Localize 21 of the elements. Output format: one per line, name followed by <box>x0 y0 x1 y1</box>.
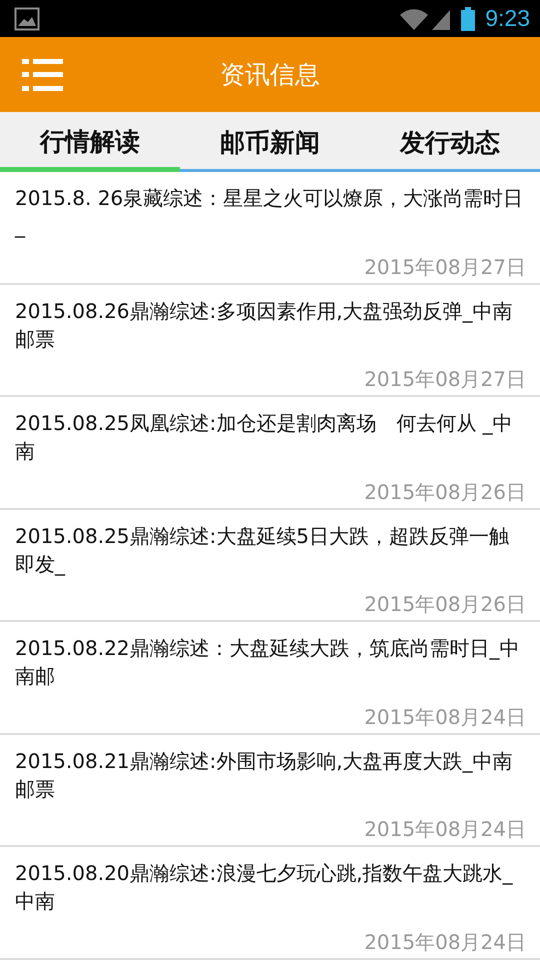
news-title[interactable]: 2015.8. 26泉藏综述：星星之火可以燎原，大涨尚需时日_ <box>15 184 526 254</box>
news-title[interactable]: 2015.08.25凤凰综述:加仓还是割肉离场 何去何从 _中南 <box>15 409 526 479</box>
news-title[interactable]: 2015.08.21鼎瀚综述:外围市场影响,大盘再度大跌_中南邮票 <box>15 746 526 816</box>
news-date: 2015年08月24日 <box>364 816 526 842</box>
header-title: 资讯信息 <box>220 60 320 89</box>
news-title[interactable]: 2015.08.20鼎瀚综述:浪漫七夕玩心跳,指数午盘大跳水_中南 <box>15 859 526 930</box>
news-date: 2015年08月27日 <box>364 254 526 280</box>
news-title[interactable]: 2015.08.26鼎瀚综述:多项因素作用,大盘强劲反弹_中南邮票 <box>15 296 526 366</box>
wifi-icon <box>399 8 430 30</box>
signal-icon <box>431 8 452 30</box>
news-date: 2015年08月24日 <box>364 704 526 730</box>
menu-icon[interactable] <box>22 58 63 90</box>
news-date: 2015年08月26日 <box>364 591 526 618</box>
news-title[interactable]: 2015.08.22鼎瀚综述：大盘延续大跌，筑底尚需时日_中南邮 <box>15 634 526 704</box>
gallery-icon <box>14 6 40 30</box>
news-date: 2015年08月26日 <box>364 478 526 505</box>
status-time: 9:23 <box>485 5 530 32</box>
battery-icon <box>461 6 476 30</box>
news-date: 2015年08月24日 <box>364 929 526 956</box>
news-title[interactable]: 2015.08.25鼎瀚综述:大盘延续5日大跌，超跌反弹一触即发_ <box>15 522 526 592</box>
news-date: 2015年08月27日 <box>364 366 526 392</box>
